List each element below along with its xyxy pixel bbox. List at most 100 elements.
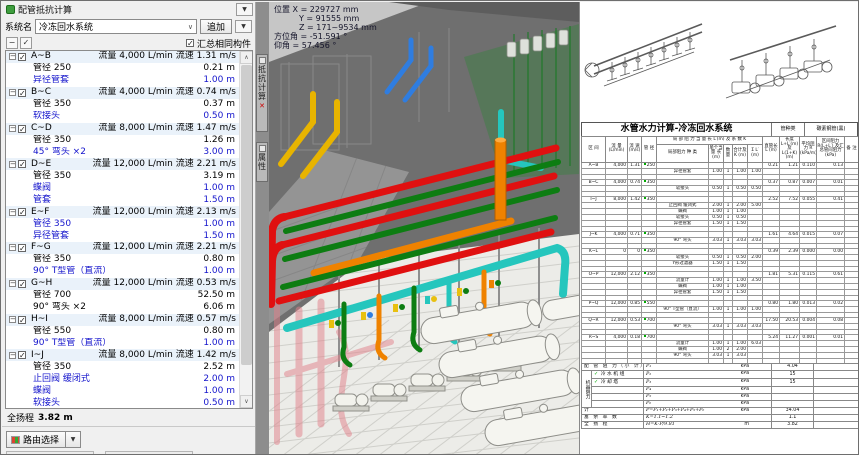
- segment-row[interactable]: −✓G~H流量 12,000 L/min 流速 0.53 m/s: [6, 278, 239, 290]
- segment-checkbox[interactable]: ✓: [18, 160, 26, 168]
- collapse-icon[interactable]: −: [9, 161, 16, 168]
- scrollbar-thumb[interactable]: [241, 65, 252, 365]
- segment-detail-row[interactable]: 45° 弯头 ×23.00 m: [6, 147, 239, 159]
- detail-name: 45° 弯头 ×2: [6, 147, 203, 158]
- segment-id: C~D: [31, 123, 52, 134]
- segment-detail-row[interactable]: 异径管套1.00 m: [6, 75, 239, 87]
- side-tab-strip: 抵抗计算 ✕ 属性: [256, 2, 269, 455]
- cropped-button-2[interactable]: [105, 451, 193, 455]
- segment-checkbox[interactable]: ✓: [18, 125, 26, 133]
- segment-row[interactable]: −✓C~D流量 8,000 L/min 流速 1.47 m/s: [6, 123, 239, 135]
- segment-detail-row[interactable]: 管径 3501.26 m: [6, 135, 239, 147]
- segment-checkbox[interactable]: ✓: [18, 316, 26, 324]
- summary-formula: P₄kPa: [644, 387, 772, 394]
- segment-checkbox[interactable]: ✓: [18, 351, 26, 359]
- list-scrollbar[interactable]: ∧ ∨: [239, 51, 252, 408]
- cell-diameter: 350: [642, 179, 657, 185]
- segment-detail-row[interactable]: 管径 3500.37 m: [6, 99, 239, 111]
- segment-row[interactable]: −✓H~I流量 8,000 L/min 流速 0.57 m/s: [6, 314, 239, 326]
- segment-checkbox[interactable]: ✓: [18, 89, 26, 97]
- close-icon[interactable]: ✕: [259, 102, 265, 110]
- scroll-down-icon[interactable]: ∨: [240, 395, 253, 408]
- segment-detail-row[interactable]: 蝶阀1.00 m: [6, 182, 239, 194]
- segment-flow-velocity: 流量 12,000 L/min 流速 2.13 m/s: [49, 207, 239, 218]
- add-dropdown-button[interactable]: ▼: [235, 20, 252, 33]
- scroll-up-icon[interactable]: ∧: [240, 51, 253, 64]
- collapse-icon[interactable]: −: [9, 53, 16, 60]
- system-name-combobox[interactable]: 冷冻回水系统 ∨: [35, 19, 197, 34]
- collapse-icon[interactable]: −: [9, 244, 16, 251]
- segment-checkbox[interactable]: ✓: [18, 208, 26, 216]
- segment-detail-row[interactable]: 90° T型管（直流）1.00 m: [6, 338, 239, 350]
- segment-detail-row[interactable]: 蝶阀1.00 m: [6, 385, 239, 397]
- summary-label: 计: [582, 408, 644, 415]
- segment-detail-row[interactable]: 管径 3503.19 m: [6, 170, 239, 182]
- collapse-icon[interactable]: −: [9, 125, 16, 132]
- collapse-icon[interactable]: −: [9, 316, 16, 323]
- collapse-icon[interactable]: −: [9, 352, 16, 359]
- segment-checkbox[interactable]: ✓: [18, 280, 26, 288]
- cell-unit-resistance: 0.000: [800, 248, 817, 254]
- isometric-drawing: [580, 2, 859, 121]
- formula-text: P₄: [646, 387, 651, 392]
- segment-detail-row[interactable]: 管套1.50 m: [6, 194, 239, 206]
- segment-detail-row[interactable]: 90° T型管（直流）1.00 m: [6, 266, 239, 278]
- summary-formula: P₂kPa: [644, 371, 772, 379]
- segment-detail-row[interactable]: 管径 3500.80 m: [6, 254, 239, 266]
- segment-list[interactable]: −✓A~B流量 4,000 L/min 流速 1.31 m/s管径 2500.2…: [5, 50, 253, 409]
- add-button[interactable]: 追加: [200, 19, 232, 34]
- tab-resistance-calc[interactable]: 抵抗计算 ✕: [256, 54, 268, 132]
- segment-detail-row[interactable]: 管径 3501.00 m: [6, 218, 239, 230]
- segment-detail-row[interactable]: 止回阀 缓闭式2.00 m: [6, 373, 239, 385]
- detail-value: 3.19 m: [203, 171, 239, 182]
- segment-flow-velocity: 流量 12,000 L/min 流速 0.53 m/s: [52, 278, 239, 289]
- segment-detail-row[interactable]: 管径 70052.50 m: [6, 290, 239, 302]
- segment-detail-row[interactable]: 管径 3502.52 m: [6, 361, 239, 373]
- segment-checkbox[interactable]: ✓: [18, 53, 26, 61]
- detail-value: 0.21 m: [203, 63, 239, 74]
- segment-checkbox[interactable]: ✓: [18, 244, 26, 252]
- detail-value: 1.00 m: [203, 338, 239, 349]
- check-all-button[interactable]: ✓: [20, 37, 32, 49]
- segment-id: F~G: [31, 242, 51, 253]
- segment-detail-row[interactable]: 软接头0.50 m: [6, 111, 239, 123]
- segment-detail-row[interactable]: 管径 2500.21 m: [6, 63, 239, 75]
- collapse-icon[interactable]: −: [9, 209, 16, 216]
- collapse-icon[interactable]: −: [9, 280, 16, 287]
- route-select-button[interactable]: 路由选择: [6, 431, 66, 448]
- segment-detail-row[interactable]: 管径 5500.80 m: [6, 326, 239, 338]
- formula-text: P₂: [646, 372, 651, 377]
- check-icon: ✓: [594, 379, 600, 385]
- hydraulic-report: 水管水力计算-冷冻回水系统 管种类 碳素钢管(黑) 区 间 流 量 (L/min…: [581, 122, 858, 429]
- segment-detail-row[interactable]: 异径管套1.50 m: [6, 230, 239, 242]
- segment-row[interactable]: −✓F~G流量 12,000 L/min 流速 2.21 m/s: [6, 242, 239, 254]
- summary-value: 4.04: [772, 364, 814, 371]
- tab-properties[interactable]: 属性: [256, 142, 268, 182]
- segment-detail-row[interactable]: 软接头0.50 m: [6, 397, 239, 409]
- segment-row[interactable]: −✓B~C流量 4,000 L/min 流速 0.74 m/s: [6, 87, 239, 99]
- pipe-type-label: 管种类: [772, 123, 805, 136]
- segment-row[interactable]: −✓A~B流量 4,000 L/min 流速 1.31 m/s: [6, 51, 239, 63]
- summary-value: 15: [772, 379, 814, 387]
- detail-name: 管径 550: [6, 326, 203, 337]
- position-overlay: 位置 X = 229727 mm Y = 91555 mm Z = 171~95…: [274, 5, 377, 50]
- formula-text: P₁: [646, 364, 651, 369]
- 3d-viewport[interactable]: 位置 X = 229727 mm Y = 91555 mm Z = 171~95…: [269, 2, 579, 455]
- segment-detail-row[interactable]: 90° 弯头 ×26.06 m: [6, 302, 239, 314]
- system-row: 系统名 冷冻回水系统 ∨ 追加 ▼: [2, 17, 255, 36]
- merge-checkbox[interactable]: ✓: [186, 39, 194, 47]
- formula-unit: kPa: [741, 394, 749, 400]
- detail-name: 管径 700: [6, 290, 198, 301]
- collapse-all-button[interactable]: −: [6, 37, 18, 49]
- segment-row[interactable]: −✓D~E流量 12,000 L/min 流速 2.21 m/s: [6, 158, 239, 170]
- detail-value: 1.00 m: [203, 386, 239, 397]
- collapse-icon[interactable]: −: [9, 89, 16, 96]
- segment-row[interactable]: −✓I~J流量 8,000 L/min 流速 1.42 m/s: [6, 349, 239, 361]
- cropped-button-1[interactable]: [6, 451, 94, 455]
- segment-row[interactable]: −✓E~F流量 12,000 L/min 流速 2.13 m/s: [6, 206, 239, 218]
- route-dropdown-button[interactable]: ▼: [66, 431, 81, 448]
- summary-tail: [814, 415, 859, 422]
- panel-menu-button[interactable]: ▼: [236, 3, 253, 16]
- summary-label: [592, 387, 644, 394]
- summary-row: 全 扬 程H=K·P/9.81m3.82: [582, 422, 859, 429]
